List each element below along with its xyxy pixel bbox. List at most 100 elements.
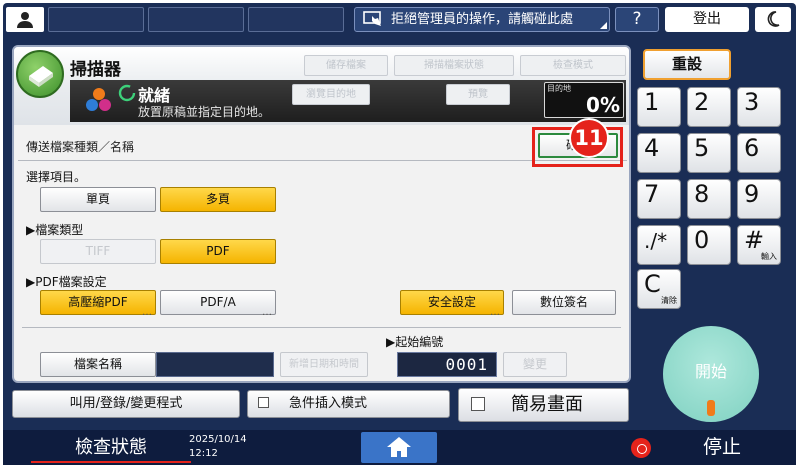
- empty-slot: [248, 7, 344, 32]
- file-name-button[interactable]: 檔案名稱: [40, 352, 156, 377]
- key-digit: ./*: [644, 229, 668, 253]
- key-digit: 4: [644, 134, 660, 162]
- scanner-app-icon: [16, 50, 64, 98]
- app-header: 掃描器 儲存檔案 掃描檔案狀態 檢查模式 就緒 放置原稿並指定目的地。 瀏覽目的…: [14, 47, 629, 125]
- multi-page-button[interactable]: 多頁: [160, 187, 276, 212]
- destination-counter-value: 0%: [586, 93, 620, 117]
- checkbox-icon: [258, 396, 269, 408]
- moon-icon: [767, 11, 780, 27]
- reset-button[interactable]: 重設: [643, 49, 731, 80]
- empty-slot: [48, 7, 144, 32]
- checkbox-icon: [471, 396, 485, 411]
- section-divider: [22, 327, 621, 328]
- pdf-a-button[interactable]: PDF/A …: [160, 290, 276, 318]
- start-indicator-light: [707, 400, 715, 416]
- preview-button[interactable]: 預覽: [446, 84, 510, 105]
- app-title: 掃描器: [70, 60, 121, 80]
- destination-list-button[interactable]: 瀏覽目的地: [292, 84, 370, 105]
- scanner-icon: [29, 66, 53, 87]
- status-bar: 檢查狀態 2025/10/14 12:12 停止: [3, 430, 796, 465]
- security-settings-button[interactable]: 安全設定…: [400, 290, 504, 318]
- key-6[interactable]: 6: [737, 133, 781, 173]
- key-4[interactable]: 4: [637, 133, 681, 173]
- key-digit: 9: [744, 180, 760, 208]
- key-hash-enter[interactable]: # 輸入: [737, 225, 781, 265]
- date-text: 2025/10/14: [189, 434, 247, 445]
- more-options-icon: …: [262, 307, 272, 318]
- pdf-settings-label: ▶PDF檔案設定: [26, 275, 107, 289]
- key-8[interactable]: 8: [687, 179, 731, 219]
- start-number-label: ▶起始編號: [386, 335, 444, 349]
- user-icon: [17, 12, 33, 28]
- pdf-button[interactable]: PDF: [160, 239, 276, 264]
- digital-signature-button[interactable]: 數位簽名: [512, 290, 616, 315]
- key-sub-label: 清除: [661, 296, 677, 305]
- top-bar: 拒絕管理員的操作，請觸碰此處 ? 登出: [3, 3, 796, 35]
- check-status-button[interactable]: 檢查狀態: [31, 430, 191, 465]
- scan-file-status-button[interactable]: 掃描檔案狀態: [394, 55, 514, 76]
- empty-slot: [148, 7, 244, 32]
- remote-screen-icon: [363, 11, 381, 26]
- key-digit: 6: [744, 134, 760, 162]
- key-1[interactable]: 1: [637, 87, 681, 127]
- interrupt-mode-label: 急件插入模式: [289, 396, 368, 411]
- single-page-button[interactable]: 單頁: [40, 187, 156, 212]
- date-time: 2025/10/14 12:12: [189, 433, 247, 461]
- status-strip: 就緒 放置原稿並指定目的地。 瀏覽目的地 預覽 目的地 0%: [70, 80, 626, 122]
- key-digit: C: [644, 270, 661, 298]
- key-0[interactable]: 0: [687, 225, 731, 265]
- ready-ring-icon: [118, 84, 136, 102]
- more-options-icon: …: [490, 307, 500, 318]
- destination-counter: 目的地 0%: [544, 82, 624, 118]
- key-digit: 0: [694, 226, 710, 254]
- pdf-a-label: PDF/A: [200, 295, 236, 309]
- key-digit: 7: [644, 180, 660, 208]
- destination-counter-label: 目的地: [547, 84, 571, 93]
- key-2[interactable]: 2: [687, 87, 731, 127]
- select-prompt: 選擇項目。: [26, 170, 87, 184]
- section-title: 傳送檔案種類／名稱: [26, 140, 135, 154]
- key-clear[interactable]: C 清除: [637, 269, 681, 309]
- high-compression-pdf-label: 高壓縮PDF: [68, 295, 128, 309]
- simple-screen-label: 簡易畫面: [511, 394, 583, 415]
- ready-message: 放置原稿並指定目的地。: [138, 105, 271, 119]
- energy-saver-button[interactable]: [755, 7, 791, 32]
- key-digit: 1: [644, 88, 660, 116]
- simple-screen-button[interactable]: 簡易畫面: [458, 388, 629, 422]
- user-button[interactable]: [6, 7, 44, 32]
- home-button[interactable]: [361, 432, 437, 463]
- time-text: 12:12: [189, 448, 218, 459]
- reject-admin-button[interactable]: 拒絕管理員的操作，請觸碰此處: [354, 7, 610, 32]
- home-icon: [387, 437, 411, 457]
- key-dot-star[interactable]: ./*: [637, 225, 681, 265]
- start-number-field[interactable]: 0001: [397, 352, 497, 377]
- status-dots-icon: [84, 86, 114, 116]
- key-digit: 2: [694, 88, 710, 116]
- program-button[interactable]: 叫用/登錄/變更程式: [12, 390, 240, 418]
- scanner-app: 掃描器 儲存檔案 掃描檔案狀態 檢查模式 就緒 放置原稿並指定目的地。 瀏覽目的…: [12, 45, 631, 383]
- expand-corner-icon: [600, 22, 607, 29]
- step-number-badge: 11: [569, 118, 609, 158]
- stop-icon: [631, 438, 651, 458]
- key-3[interactable]: 3: [737, 87, 781, 127]
- change-button[interactable]: 變更: [503, 352, 567, 377]
- help-button[interactable]: ?: [615, 7, 659, 32]
- check-mode-button[interactable]: 檢查模式: [520, 55, 626, 76]
- more-options-icon: …: [142, 307, 152, 318]
- operation-panel: 拒絕管理員的操作，請觸碰此處 ? 登出 掃描器 儲存檔案 掃描檔案狀態 檢查模式: [3, 3, 796, 465]
- key-sub-label: 輸入: [761, 252, 777, 261]
- stop-button[interactable]: 停止: [703, 430, 741, 465]
- file-type-label: ▶檔案類型: [26, 223, 84, 237]
- add-date-time-button[interactable]: 新增日期和時間: [280, 352, 368, 377]
- key-7[interactable]: 7: [637, 179, 681, 219]
- key-digit: 8: [694, 180, 710, 208]
- key-digit: #: [744, 226, 765, 254]
- file-name-field[interactable]: [156, 352, 274, 377]
- key-9[interactable]: 9: [737, 179, 781, 219]
- key-5[interactable]: 5: [687, 133, 731, 173]
- tiff-button[interactable]: TIFF: [40, 239, 156, 264]
- logout-button[interactable]: 登出: [665, 7, 749, 32]
- interrupt-mode-button[interactable]: 急件插入模式: [247, 390, 450, 418]
- store-file-button[interactable]: 儲存檔案: [304, 55, 388, 76]
- high-compression-pdf-button[interactable]: 高壓縮PDF …: [40, 290, 156, 318]
